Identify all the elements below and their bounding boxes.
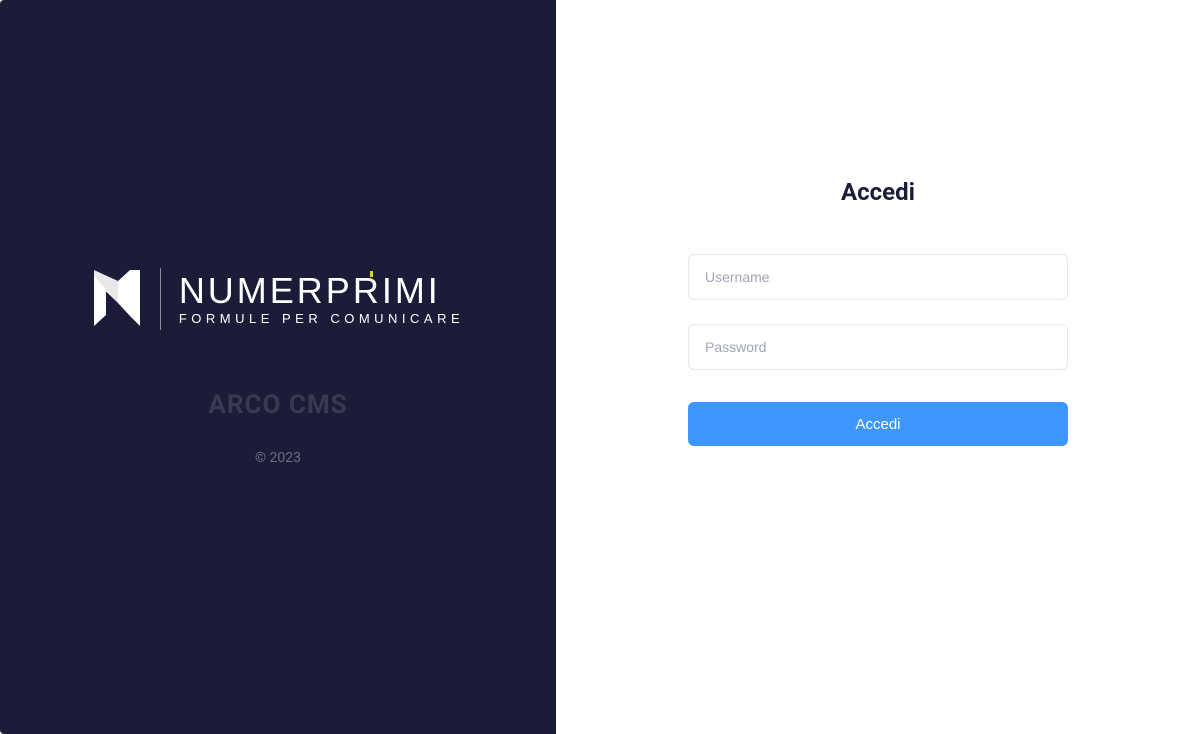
branding-panel: NUMERPRIMI FORMULE PER COMUNICARE ARCO C… (0, 0, 556, 734)
logo-text-group: NUMERPRIMI FORMULE PER COMUNICARE (179, 273, 464, 326)
logo-text-sub: FORMULE PER COMUNICARE (179, 311, 464, 326)
logo-text-main: NUMERPRIMI (179, 273, 464, 309)
logo-container: NUMERPRIMI FORMULE PER COMUNICARE (92, 268, 464, 330)
password-input[interactable] (688, 324, 1068, 370)
copyright-text: © 2023 (255, 450, 301, 466)
login-form: Accedi (688, 254, 1068, 446)
login-panel: Accedi Accedi English (556, 0, 1200, 734)
logo-accent-dot (370, 271, 373, 277)
login-title: Accedi (841, 178, 915, 206)
login-button[interactable]: Accedi (688, 402, 1068, 446)
username-input[interactable] (688, 254, 1068, 300)
logo-divider (160, 268, 161, 330)
brand-logo-icon (92, 268, 142, 330)
product-name: ARCO CMS (208, 390, 347, 420)
